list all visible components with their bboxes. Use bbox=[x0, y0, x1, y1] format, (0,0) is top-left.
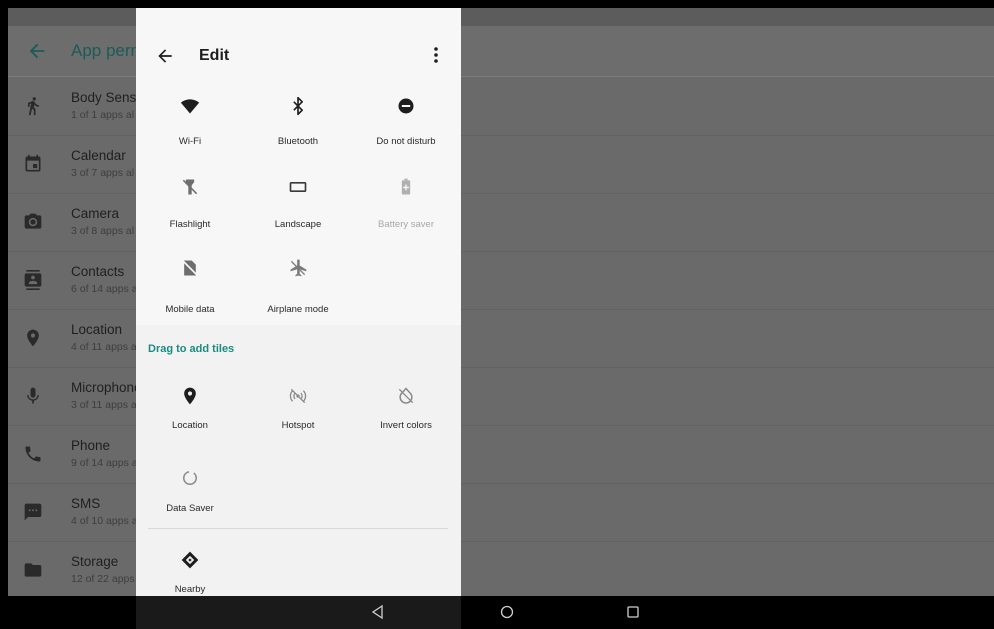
microphone-icon bbox=[27, 387, 39, 404]
tile-invert-colors[interactable]: Invert colors bbox=[352, 378, 460, 460]
tile-do-not-disturb[interactable]: Do not disturb bbox=[352, 88, 460, 170]
tile-label: Wi-Fi bbox=[178, 136, 202, 147]
tile-flashlight[interactable]: Flashlight bbox=[136, 169, 244, 251]
location-icon bbox=[27, 329, 39, 347]
back-arrow-icon[interactable] bbox=[155, 46, 175, 66]
back-arrow-icon[interactable] bbox=[26, 40, 48, 62]
permission-name: Storage bbox=[71, 554, 119, 569]
body-sensor-icon bbox=[28, 97, 39, 116]
home-icon[interactable] bbox=[499, 604, 515, 620]
permission-name: Location bbox=[71, 322, 123, 337]
sms-icon bbox=[24, 503, 42, 521]
permission-name: SMS bbox=[71, 496, 101, 511]
tile-wifi[interactable]: Wi-Fi bbox=[136, 88, 244, 170]
battery-saver-icon bbox=[401, 178, 411, 195]
drag-to-add-tiles-label: Drag to add tiles bbox=[148, 343, 235, 355]
permission-name: Body Senso bbox=[71, 90, 144, 105]
navigation-bar bbox=[136, 596, 994, 629]
tile-label: Invert colors bbox=[380, 420, 432, 431]
tile-label: Landscape bbox=[274, 219, 322, 230]
navbar-panel-section bbox=[136, 596, 461, 629]
tile-label: Hotspot bbox=[281, 420, 315, 431]
edit-title: Edit bbox=[199, 47, 230, 64]
tile-label: Mobile data bbox=[165, 304, 215, 315]
tile-location[interactable]: Location bbox=[136, 378, 244, 460]
tile-airplane-mode[interactable]: Airplane mode bbox=[244, 250, 352, 332]
active-tiles-grid: Wi-Fi Bluetooth Do not disturb Flashligh… bbox=[136, 88, 461, 325]
permission-count: 6 of 14 apps a bbox=[71, 283, 138, 295]
recents-icon[interactable] bbox=[625, 604, 641, 620]
section-divider bbox=[148, 528, 448, 529]
tile-hotspot[interactable]: Hotspot bbox=[244, 378, 352, 460]
tile-bluetooth[interactable]: Bluetooth bbox=[244, 88, 352, 170]
tile-label: Bluetooth bbox=[277, 136, 319, 147]
tile-label: Battery saver bbox=[378, 219, 434, 230]
permission-name: Calendar bbox=[71, 148, 126, 163]
tile-label: Data Saver bbox=[166, 503, 214, 514]
more-options-icon[interactable] bbox=[428, 45, 444, 65]
tile-label: Do not disturb bbox=[376, 136, 436, 147]
tile-label: Location bbox=[172, 420, 208, 431]
data-saver-icon bbox=[183, 471, 197, 485]
calendar-icon bbox=[25, 154, 41, 172]
tile-data-saver[interactable]: Data Saver bbox=[136, 460, 244, 542]
location-icon bbox=[184, 387, 196, 405]
back-icon[interactable] bbox=[370, 604, 386, 620]
tile-label: Nearby bbox=[174, 584, 206, 595]
quick-settings-edit-panel: Edit Wi-Fi Bluetooth Do not disturb Flas… bbox=[136, 8, 461, 596]
nearby-icon bbox=[181, 551, 199, 569]
edit-header: Edit bbox=[136, 8, 461, 88]
bluetooth-icon bbox=[293, 96, 303, 116]
camera-icon bbox=[24, 213, 42, 229]
permission-count: 12 of 22 apps bbox=[71, 573, 135, 585]
permission-count: 3 of 11 apps a bbox=[71, 399, 137, 411]
tile-label: Flashlight bbox=[169, 219, 211, 230]
permission-name: Camera bbox=[71, 206, 120, 221]
permission-name: Microphone bbox=[71, 380, 142, 395]
folder-icon bbox=[24, 563, 42, 577]
tile-battery-saver[interactable]: Battery saver bbox=[352, 169, 460, 251]
mobile-data-icon bbox=[181, 259, 199, 277]
hotspot-icon bbox=[289, 388, 307, 404]
permission-count: 4 of 11 apps a bbox=[71, 341, 137, 353]
do-not-disturb-icon bbox=[398, 98, 414, 114]
invert-colors-icon bbox=[398, 387, 414, 404]
airplane-icon bbox=[290, 259, 307, 277]
tile-label: Airplane mode bbox=[267, 304, 329, 315]
permission-count: 4 of 10 apps a bbox=[71, 515, 138, 527]
tile-landscape[interactable]: Landscape bbox=[244, 169, 352, 251]
tile-mobile-data[interactable]: Mobile data bbox=[136, 250, 244, 332]
permission-count: 9 of 14 apps a bbox=[71, 457, 138, 469]
permission-count: 3 of 7 apps al bbox=[71, 167, 135, 179]
phone-icon bbox=[25, 446, 41, 462]
contacts-icon bbox=[24, 270, 42, 290]
flashlight-icon bbox=[182, 179, 198, 195]
app-bar-title: App perm bbox=[71, 41, 145, 60]
permission-name: Contacts bbox=[71, 264, 125, 279]
tile-nearby[interactable]: Nearby bbox=[136, 542, 244, 596]
permission-count: 3 of 8 apps al bbox=[71, 225, 135, 237]
permission-count: 1 of 1 apps al bbox=[71, 109, 135, 121]
permission-name: Phone bbox=[71, 438, 111, 453]
wifi-icon bbox=[180, 99, 200, 114]
landscape-icon bbox=[289, 182, 307, 192]
